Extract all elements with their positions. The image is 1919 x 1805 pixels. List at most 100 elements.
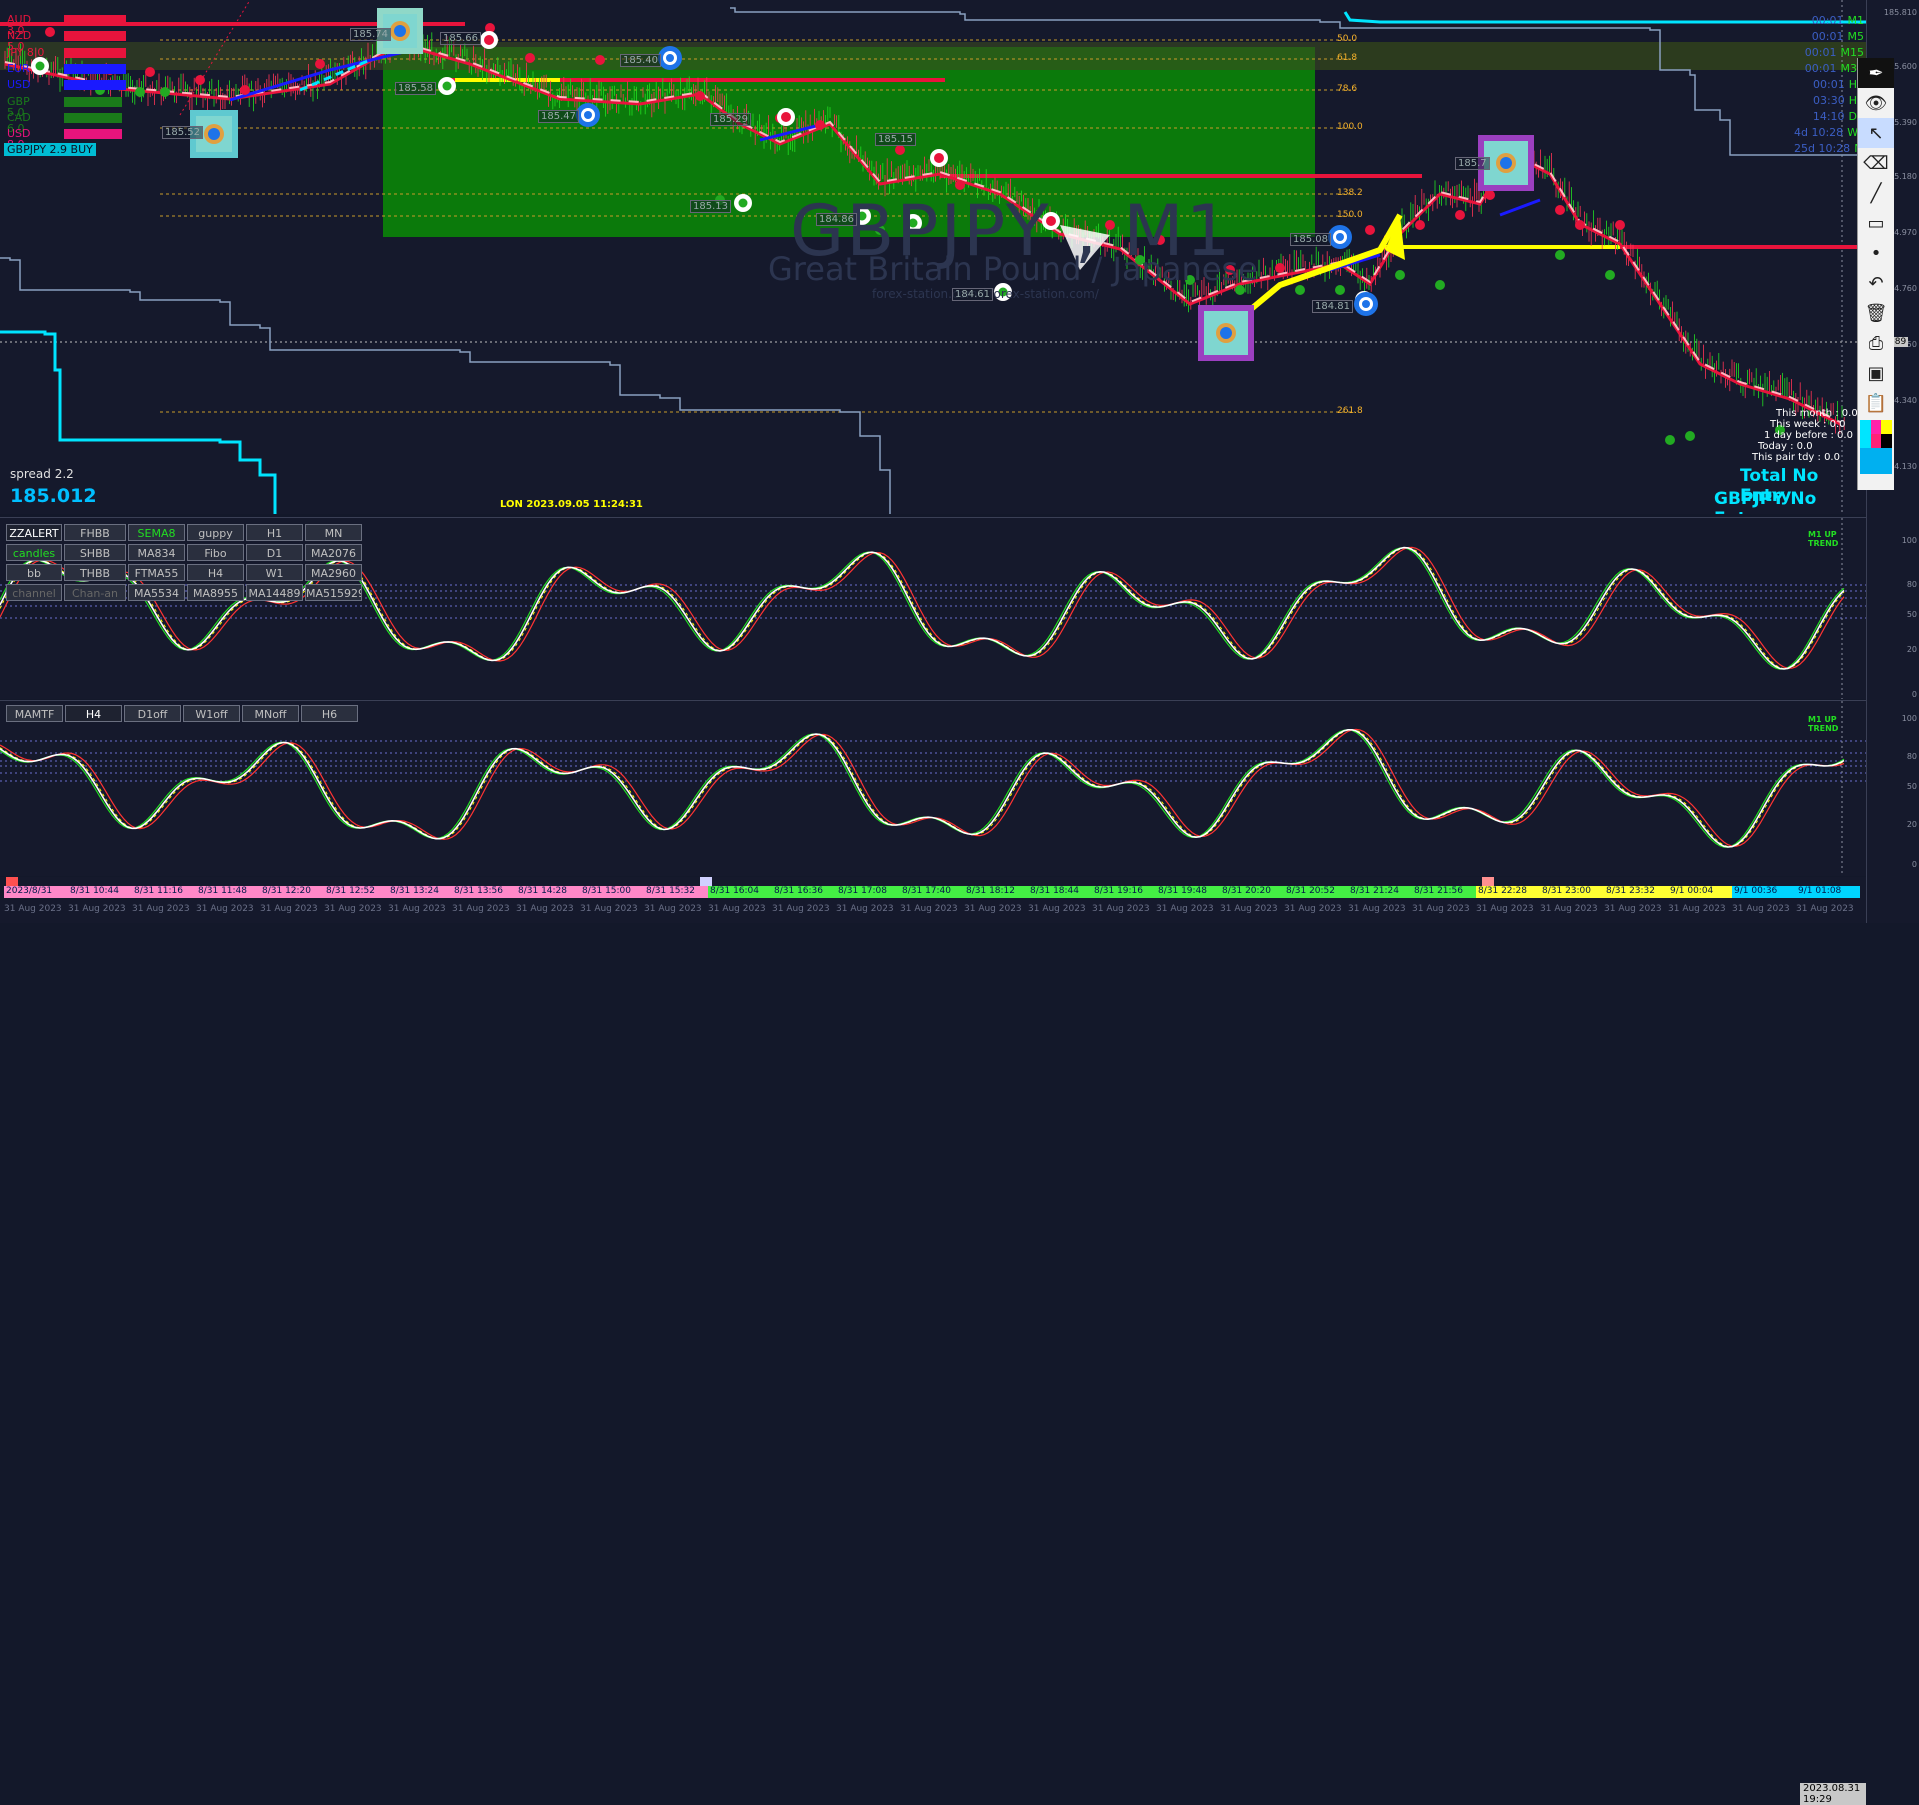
camera-icon[interactable]: ▣ — [1858, 358, 1894, 388]
indicator-button[interactable]: MA2960 — [305, 564, 362, 581]
time-axis-label: 8/31 21:56 — [1414, 886, 1464, 896]
line-icon[interactable]: ╱ — [1858, 178, 1894, 208]
indicator-button[interactable]: MA14489 — [246, 584, 303, 601]
red-signal-dot — [315, 59, 325, 69]
currency-strength-bar — [64, 63, 126, 74]
time-axis-date-label: 31 Aug 2023 — [1028, 904, 1086, 914]
oscillator-pane-1[interactable]: ZZALERT FHBB SEMA8 guppy H1 MN candles SHBB MA83… — [0, 517, 1866, 699]
color-swatch[interactable] — [1860, 420, 1871, 434]
time-axis-label: 8/31 13:56 — [454, 886, 504, 896]
timeframe-name: M5 — [1847, 30, 1865, 43]
timeframe-time: 4d 10:28 — [1794, 126, 1844, 139]
time-axis-date-label: 31 Aug 2023 — [1412, 904, 1470, 914]
indicator-button[interactable]: Chan-an — [64, 584, 126, 601]
indicator-button[interactable]: FTMA55 — [128, 564, 185, 581]
indicator-button[interactable]: ZZALERT — [6, 524, 62, 541]
price-box-label: 185.08 — [1290, 233, 1331, 246]
time-axis: 2023/8/31 8/31 10:44 8/31 11:16 8/31 11:48 8… — [0, 877, 1866, 1805]
price-box-label: 185.66 — [440, 32, 481, 45]
clipboard-icon[interactable]: 📋 — [1858, 388, 1894, 418]
red-signal-dot — [1575, 220, 1585, 230]
palette-swatches[interactable] — [1860, 420, 1892, 474]
us-flag-icon — [1482, 877, 1494, 886]
color-swatch[interactable] — [1881, 434, 1892, 448]
indicator-button[interactable]: H4 — [187, 564, 244, 581]
indicator-button[interactable]: THBB — [64, 564, 126, 581]
color-swatch[interactable] — [1860, 434, 1871, 448]
mamtf-button[interactable]: H4 — [65, 705, 122, 722]
timeframe-row: 4d 10:28W1 — [1794, 125, 1865, 141]
time-axis-label: 8/31 16:04 — [710, 886, 760, 896]
color-swatch[interactable] — [1870, 420, 1882, 434]
eye-icon[interactable]: 👁 — [1858, 88, 1894, 118]
print-icon[interactable]: ⎙ — [1858, 328, 1894, 358]
osc-line — [0, 729, 1845, 848]
time-axis-label: 8/31 22:28 — [1478, 886, 1528, 896]
time-axis-label: 8/31 16:36 — [774, 886, 824, 896]
fib-level-label: 50.0 — [1337, 34, 1358, 44]
oscillator-2-canvas[interactable] — [0, 701, 1866, 876]
currency-label: JPY 8.0 — [7, 45, 45, 59]
mamtf-button[interactable]: MAMTF — [6, 705, 63, 722]
oscillator-pane-2[interactable]: MAMTF H4 D1off W1off MNoff H6 M1 UP TREND — [0, 700, 1866, 876]
time-axis-date-label: 31 Aug 2023 — [68, 904, 126, 914]
indicator-button[interactable]: SHBB — [64, 544, 126, 561]
time-axis-label: 8/31 17:08 — [838, 886, 888, 896]
dot-icon[interactable]: • — [1858, 238, 1894, 268]
indicator-button[interactable]: channel — [6, 584, 62, 601]
highlighter-icon[interactable]: ▭ — [1858, 208, 1894, 238]
red-ring-center — [781, 112, 791, 122]
color-swatch[interactable] — [1881, 420, 1892, 434]
indicator-button[interactable]: MN — [305, 524, 362, 541]
indicator-button[interactable]: candles — [6, 544, 62, 561]
timeframe-time: 00:01 — [1813, 78, 1845, 91]
price-axis-tick: 185.810 — [1883, 8, 1917, 17]
indicator-button[interactable]: D1 — [246, 544, 303, 561]
price-axis-tick: 0 — [1911, 690, 1917, 699]
cursor-icon[interactable]: ↖ — [1858, 118, 1894, 148]
red-signal-dot — [1555, 205, 1565, 215]
time-axis-label: 2023/8/31 — [6, 886, 53, 896]
price-box-label: 185.7 — [1455, 157, 1490, 170]
timeframe-time: 25d 10:28 — [1794, 142, 1851, 155]
timeframe-row: 00:01 M30 — [1794, 61, 1864, 77]
indicator-button[interactable]: MA834 — [128, 544, 185, 561]
timeframe-row: 00:01 M5 — [1794, 29, 1864, 45]
red-signal-dot — [1615, 220, 1625, 230]
trash-icon[interactable]: 🗑 — [1858, 298, 1894, 328]
undo-icon[interactable]: ↶ — [1858, 268, 1894, 298]
stat-line: This week : 0.0 — [1770, 419, 1846, 430]
indicator-button[interactable]: bb — [6, 564, 62, 581]
price-box-label: 185.40 — [620, 54, 661, 67]
color-swatch[interactable] — [1870, 434, 1882, 448]
time-axis-date-label: 31 Aug 2023 — [900, 904, 958, 914]
time-axis-date-label: 31 Aug 2023 — [4, 904, 62, 914]
indicator-button[interactable]: FHBB — [64, 524, 126, 541]
mamtf-button[interactable]: H6 — [301, 705, 358, 722]
time-axis-label: 9/1 01:08 — [1798, 886, 1842, 896]
indicator-button[interactable]: Fibo — [187, 544, 244, 561]
indicator-button[interactable]: MA2076 — [305, 544, 362, 561]
pen-icon[interactable]: ✒ — [1858, 58, 1894, 88]
mamtf-button[interactable]: D1off — [124, 705, 181, 722]
spread-price: 185.012 — [10, 485, 97, 507]
indicator-button[interactable]: W1 — [246, 564, 303, 581]
red-signal-dot — [240, 85, 250, 95]
eraser-icon[interactable]: ⌫ — [1858, 148, 1894, 178]
mamtf-button[interactable]: W1off — [183, 705, 240, 722]
mamtf-button[interactable]: MNoff — [242, 705, 299, 722]
time-axis-label: 8/31 21:24 — [1350, 886, 1400, 896]
color-palette-icon[interactable] — [1858, 420, 1894, 480]
indicator-button[interactable]: H1 — [246, 524, 303, 541]
currency-row: EUR — [4, 63, 126, 74]
indicator-button[interactable]: MA8955 — [187, 584, 244, 601]
indicator-button[interactable]: guppy — [187, 524, 244, 541]
price-box-label: 184.81 — [1312, 300, 1353, 313]
indicator-button[interactable]: SEMA8 — [128, 524, 185, 541]
time-axis-label: 8/31 20:52 — [1286, 886, 1336, 896]
color-swatch[interactable] — [1860, 448, 1892, 474]
indicator-button[interactable]: MA5534 — [128, 584, 185, 601]
indicator-button[interactable]: MA5159298 — [305, 584, 362, 601]
red-signal-dot — [1485, 190, 1495, 200]
main-chart-pane[interactable]: GBPJPY , M1 Great Britain Pound / Japane… — [0, 0, 1866, 514]
